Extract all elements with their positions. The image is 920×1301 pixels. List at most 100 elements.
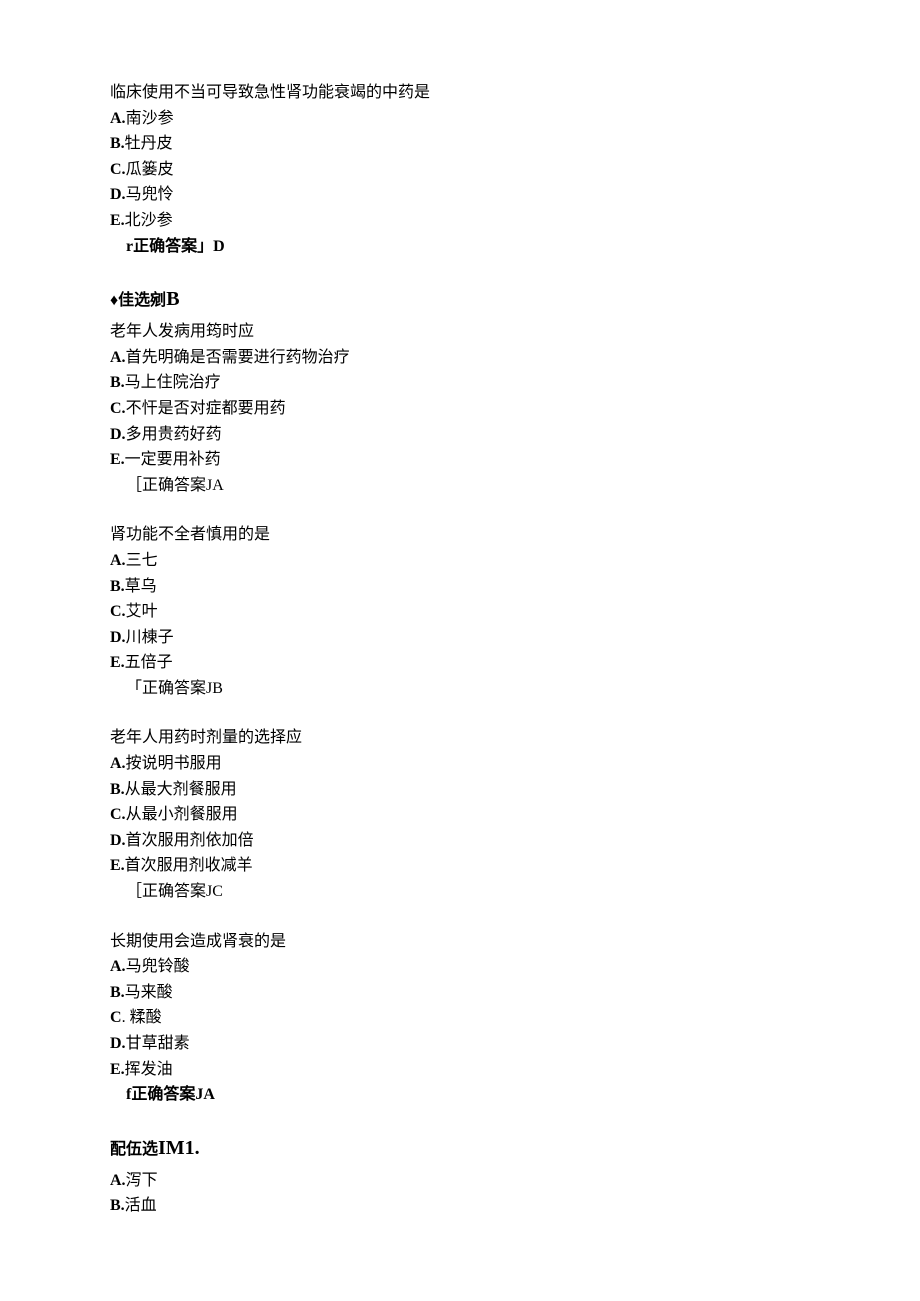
option-a: A.马兜铃酸 xyxy=(110,954,810,980)
option-label: E. xyxy=(110,1061,125,1078)
option-text: 瓜篓皮 xyxy=(126,161,174,178)
option-label: E. xyxy=(110,212,125,229)
answer-line: f正确答案JA xyxy=(110,1082,810,1108)
answer-prefix: 「正确答案J xyxy=(126,680,212,697)
question-block: 老年人用药时剂量的选择应 A.按说明书服用 B.从最大剂餐服用 C.从最小剂餐服… xyxy=(110,725,810,904)
option-text: 挥发油 xyxy=(125,1061,173,1078)
question-text: 临床使用不当可导致急性肾功能衰竭的中药是 xyxy=(110,80,810,106)
option-text: 首次服用剂收减羊 xyxy=(125,857,253,874)
section-heading-b: ♦佳选剜B xyxy=(110,283,810,315)
option-label: A. xyxy=(110,755,126,772)
option-text: 多用贵药好药 xyxy=(126,426,222,443)
option-e: E.北沙参 xyxy=(110,208,810,234)
option-b: B.从最大剂餐服用 xyxy=(110,777,810,803)
option-text: 从最小剂餐服用 xyxy=(126,806,238,823)
option-label: A. xyxy=(110,110,126,127)
option-text: 艾叶 xyxy=(126,603,158,620)
option-a: A.按说明书服用 xyxy=(110,751,810,777)
question-block: 长期使用会造成肾衰的是 A.马兜铃酸 B.马来酸 C. 糅酸 D.甘草甜素 E.… xyxy=(110,929,810,1108)
option-text: 马上住院治疗 xyxy=(125,374,221,391)
option-b: B.马来酸 xyxy=(110,980,810,1006)
option-e: E.挥发油 xyxy=(110,1057,810,1083)
option-text: 首次服用剂依加倍 xyxy=(126,832,254,849)
answer-value: D xyxy=(213,238,225,255)
answer-value: B xyxy=(212,680,223,697)
question-block: 临床使用不当可导致急性肾功能衰竭的中药是 A.南沙参 B.牡丹皮 C.瓜篓皮 D… xyxy=(110,80,810,259)
option-label: C. xyxy=(110,603,126,620)
option-text: 马兜铃酸 xyxy=(126,958,190,975)
option-text: 南沙参 xyxy=(126,110,174,127)
option-text: 泻下 xyxy=(126,1172,158,1189)
option-text: 从最大剂餐服用 xyxy=(125,781,237,798)
option-label: E. xyxy=(110,451,125,468)
option-label: B. xyxy=(110,578,125,595)
question-block: 老年人发病用筠时应 A.首先明确是否需要进行药物治疗 B.马上住院治疗 C.不忓… xyxy=(110,319,810,498)
option-label: D. xyxy=(110,1035,126,1052)
option-text: 首先明确是否需要进行药物治疗 xyxy=(126,349,350,366)
option-text: 北沙参 xyxy=(125,212,173,229)
answer-prefix: f正确答案J xyxy=(126,1086,203,1103)
option-text: 活血 xyxy=(125,1197,157,1214)
option-d: D.首次服用剂依加倍 xyxy=(110,828,810,854)
option-label: D. xyxy=(110,832,126,849)
option-b: B.活血 xyxy=(110,1193,810,1219)
question-text: 老年人用药时剂量的选择应 xyxy=(110,725,810,751)
question-text: 老年人发病用筠时应 xyxy=(110,319,810,345)
option-c: C.瓜篓皮 xyxy=(110,157,810,183)
bullet-icon: ♦ xyxy=(110,292,118,309)
option-label: C. xyxy=(110,400,126,417)
option-b: B.草乌 xyxy=(110,574,810,600)
answer-line: ［正确答案JA xyxy=(110,473,810,499)
answer-line: 「正确答案JB xyxy=(110,676,810,702)
option-text: 五倍子 xyxy=(125,654,173,671)
section-label-big: IM1. xyxy=(158,1137,200,1159)
option-label: E. xyxy=(110,654,125,671)
option-text: . 糅酸 xyxy=(122,1009,162,1026)
option-text: 牡丹皮 xyxy=(125,135,173,152)
section-label: 佳选剜 xyxy=(118,292,166,309)
option-a: A.泻下 xyxy=(110,1168,810,1194)
answer-value: A xyxy=(212,477,224,494)
option-text: 按说明书服用 xyxy=(126,755,222,772)
option-d: D.甘草甜素 xyxy=(110,1031,810,1057)
answer-line: ［正确答案JC xyxy=(110,879,810,905)
option-a: A.首先明确是否需要进行药物治疗 xyxy=(110,345,810,371)
option-label: B. xyxy=(110,135,125,152)
option-text: 马来酸 xyxy=(125,984,173,1001)
option-e: E.五倍子 xyxy=(110,650,810,676)
option-d: D.马兜怜 xyxy=(110,182,810,208)
option-e: E.一定要用补药 xyxy=(110,447,810,473)
answer-value: A xyxy=(203,1086,215,1103)
option-label: A. xyxy=(110,958,126,975)
option-label: C xyxy=(110,1009,122,1026)
question-text: 肾功能不全者慎用的是 xyxy=(110,522,810,548)
option-label: B. xyxy=(110,1197,125,1214)
question-block: 肾功能不全者慎用的是 A.三七 B.草乌 C.艾叶 D.川棟子 E.五倍子 「正… xyxy=(110,522,810,701)
option-c: C.艾叶 xyxy=(110,599,810,625)
question-text: 长期使用会造成肾衰的是 xyxy=(110,929,810,955)
option-label: A. xyxy=(110,349,126,366)
option-label: A. xyxy=(110,552,126,569)
section-label-big: B xyxy=(166,288,179,310)
option-text: 甘草甜素 xyxy=(126,1035,190,1052)
option-b: B.马上住院治疗 xyxy=(110,370,810,396)
answer-prefix: ［正确答案J xyxy=(126,883,212,900)
option-label: E. xyxy=(110,857,125,874)
answer-prefix: r正确答案」 xyxy=(126,238,213,255)
option-label: C. xyxy=(110,806,126,823)
option-c: C. 糅酸 xyxy=(110,1005,810,1031)
option-label: D. xyxy=(110,426,126,443)
option-label: B. xyxy=(110,984,125,1001)
option-text: 一定要用补药 xyxy=(125,451,221,468)
option-c: C.从最小剂餐服用 xyxy=(110,802,810,828)
option-label: B. xyxy=(110,374,125,391)
match-options: A.泻下 B.活血 xyxy=(110,1168,810,1219)
option-label: C. xyxy=(110,161,126,178)
option-text: 川棟子 xyxy=(126,629,174,646)
option-e: E.首次服用剂收减羊 xyxy=(110,853,810,879)
option-label: D. xyxy=(110,186,126,203)
option-d: D.川棟子 xyxy=(110,625,810,651)
answer-value: C xyxy=(212,883,223,900)
answer-prefix: ［正确答案J xyxy=(126,477,212,494)
option-text: 三七 xyxy=(126,552,158,569)
